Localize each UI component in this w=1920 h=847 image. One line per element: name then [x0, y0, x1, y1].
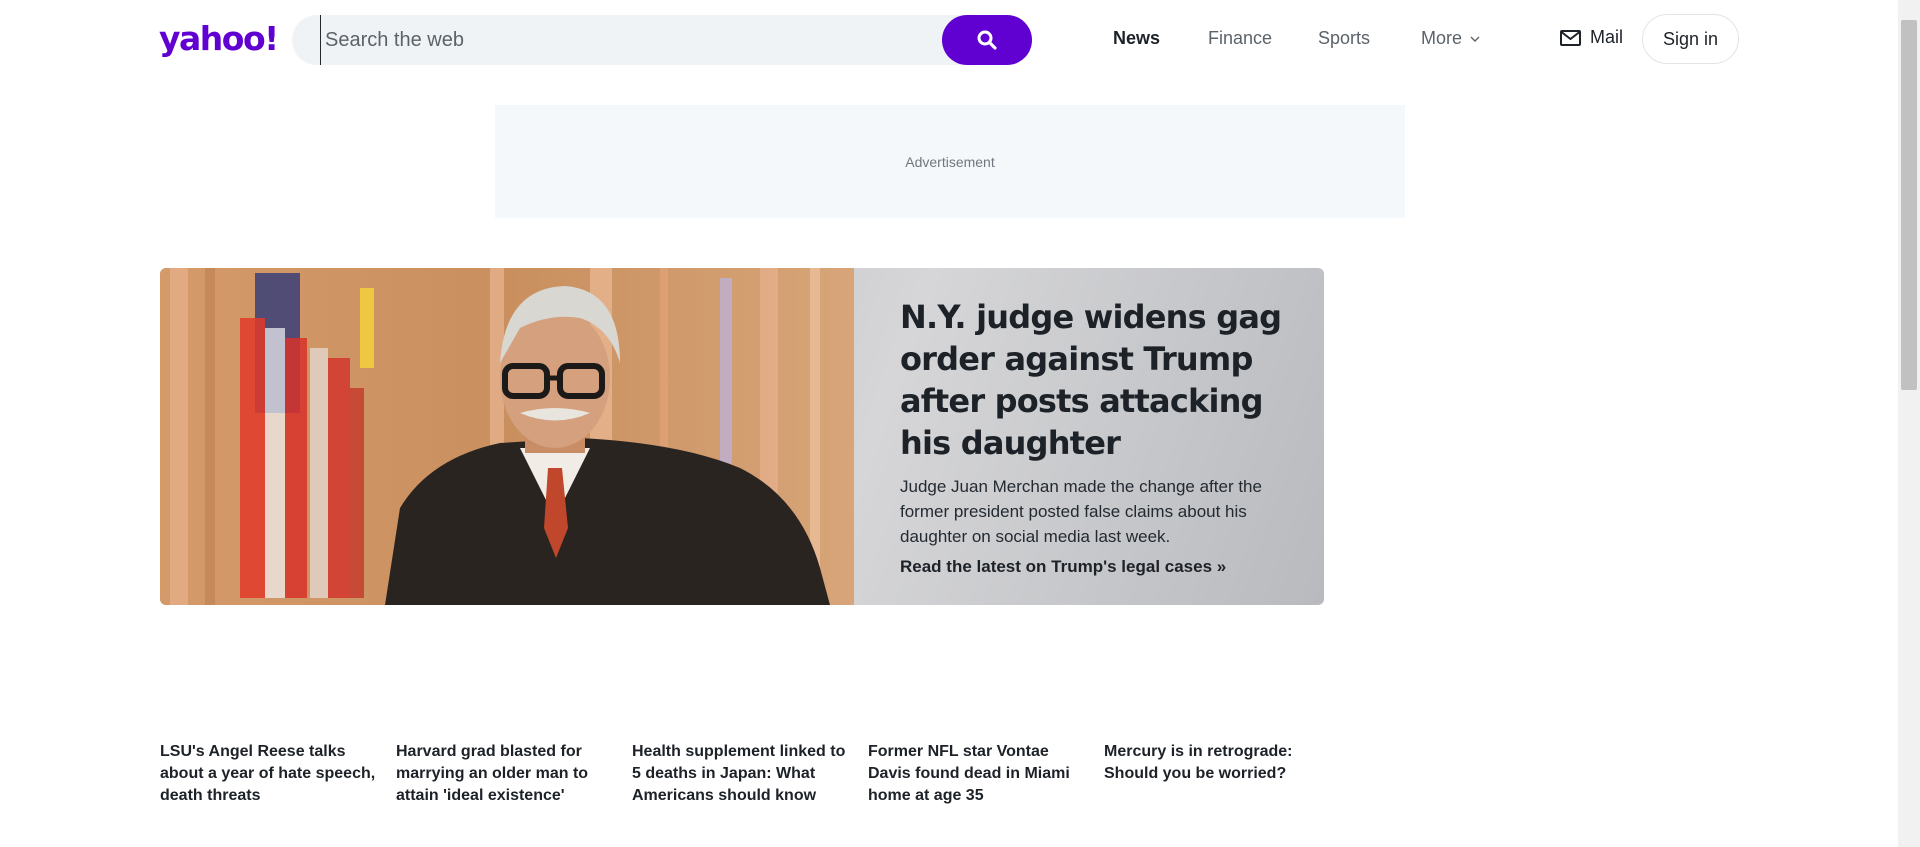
page-scrollbar[interactable]	[1898, 0, 1920, 847]
mail-link[interactable]: Mail	[1560, 27, 1623, 48]
search-icon	[977, 30, 997, 50]
mail-icon	[1560, 29, 1581, 46]
nav-more-label: More	[1421, 28, 1463, 48]
courtroom-sketch-image	[160, 268, 854, 605]
hero-summary: Judge Juan Merchan made the change after…	[900, 477, 1262, 546]
advertisement-label: Advertisement	[905, 153, 995, 170]
nav-more[interactable]: More	[1421, 28, 1480, 49]
hero-headline[interactable]: N.Y. judge widens gag order against Trum…	[900, 296, 1290, 464]
nav-news[interactable]: News	[1113, 28, 1160, 49]
story-card[interactable]: Mercury is in retrograde: Should you be …	[1104, 741, 1322, 785]
mail-label: Mail	[1590, 27, 1624, 47]
story-row: LSU's Angel Reese talks about a year of …	[160, 741, 1330, 831]
search-input[interactable]	[320, 15, 920, 65]
hero-image[interactable]	[160, 268, 854, 605]
yahoo-logo[interactable]: yahoo!	[159, 16, 279, 61]
story-card[interactable]: LSU's Angel Reese talks about a year of …	[160, 741, 378, 807]
story-card[interactable]: Former NFL star Vontae Davis found dead …	[868, 741, 1086, 807]
story-card[interactable]: Health supplement linked to 5 deaths in …	[632, 741, 850, 807]
hero-text: N.Y. judge widens gag order against Trum…	[900, 296, 1290, 577]
page: yahoo! News Finance Sports More	[0, 0, 1920, 847]
hero-read-more-link[interactable]: Read the latest on Trump's legal cases »	[900, 557, 1290, 577]
nav-finance[interactable]: Finance	[1208, 28, 1272, 49]
search-button[interactable]	[942, 15, 1032, 65]
nav-sports[interactable]: Sports	[1318, 28, 1370, 49]
scrollbar-thumb[interactable]	[1901, 20, 1917, 390]
header: yahoo! News Finance Sports More	[0, 0, 1898, 80]
sign-in-button[interactable]: Sign in	[1642, 14, 1739, 64]
advertisement-slot[interactable]: Advertisement	[495, 105, 1405, 218]
chevron-down-icon	[1470, 36, 1480, 43]
hero-story[interactable]: N.Y. judge widens gag order against Trum…	[160, 268, 1324, 605]
search-bar	[292, 15, 1032, 65]
story-card[interactable]: Harvard grad blasted for marrying an old…	[396, 741, 614, 807]
